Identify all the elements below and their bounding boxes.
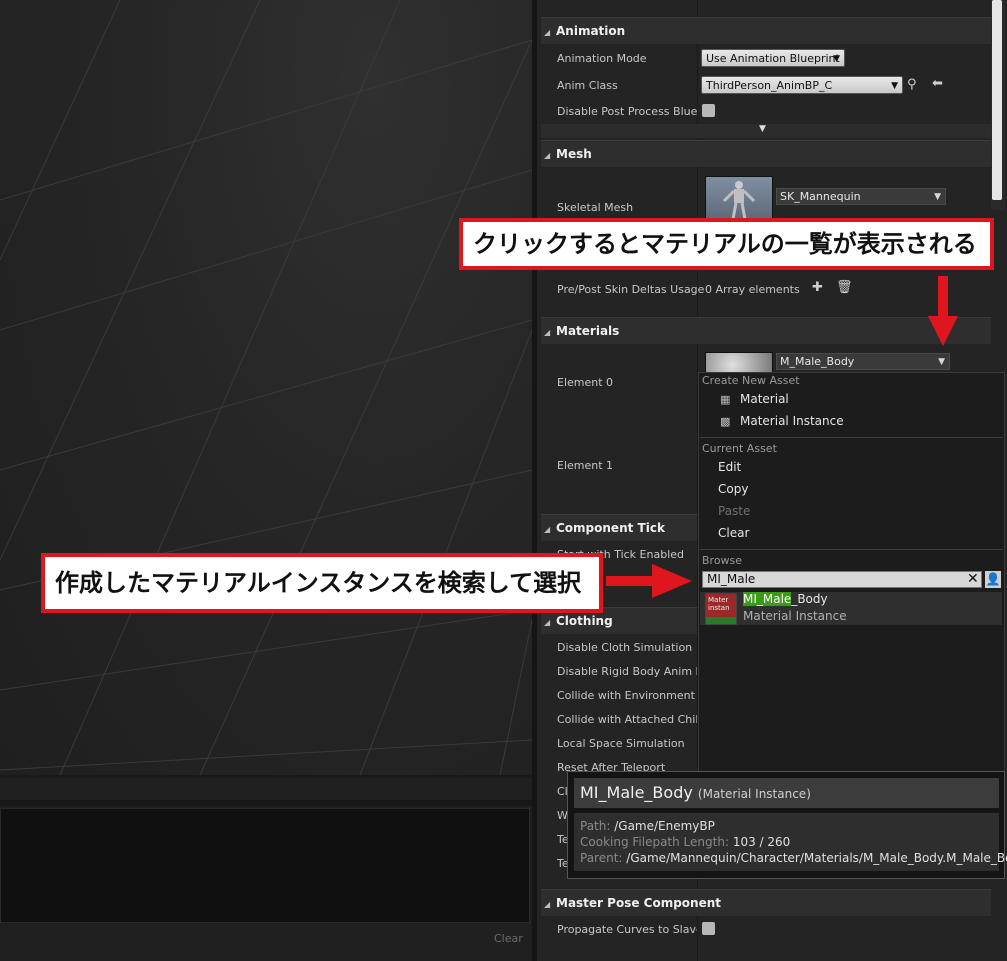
- current-asset-header: Current Asset: [702, 442, 777, 455]
- expand-arrow-icon: ▼: [759, 124, 766, 134]
- tooltip-parent: Parent: /Game/Mannequin/Character/Materi…: [580, 851, 1007, 865]
- category-mesh[interactable]: ◢ Mesh: [541, 140, 991, 167]
- category-component-tick[interactable]: ◢ Component Tick: [541, 514, 697, 541]
- create-new-asset-header: Create New Asset: [702, 374, 800, 387]
- skeletal-mesh-thumbnail[interactable]: [705, 176, 773, 222]
- advanced-expander[interactable]: ▼: [541, 124, 991, 138]
- result-asset-name: MI_Male_Body: [743, 592, 828, 606]
- material-instance-thumbnail: Mater instan: [705, 593, 737, 625]
- anim-mode-label: Animation Mode: [557, 52, 647, 65]
- browse-search-icon[interactable]: ⚲: [907, 77, 917, 92]
- chevron-down-icon: ▼: [938, 357, 945, 367]
- skin-deltas-label: Pre/Post Skin Deltas Usage: [557, 283, 705, 296]
- chevron-down-icon: ▼: [934, 192, 941, 202]
- clothing-row: Collide with Attached Children: [557, 713, 697, 726]
- disable-pp-checkbox[interactable]: [702, 104, 715, 117]
- tooltip-title: MI_Male_Body (Material Instance): [580, 783, 811, 802]
- menu-separator: [700, 437, 1003, 438]
- menu-separator: [700, 549, 1003, 550]
- material-icon: ▦: [720, 393, 731, 406]
- clear-button[interactable]: Clear: [494, 932, 523, 945]
- chevron-down-icon: ▼: [891, 81, 898, 91]
- tooltip-cook-length: Cooking Filepath Length: 103 / 260: [580, 835, 791, 849]
- add-element-icon[interactable]: ✚: [812, 280, 823, 295]
- skeletal-mesh-dropdown[interactable]: SK_Mannequin ▼: [776, 188, 946, 205]
- right-arrow-icon: [606, 564, 692, 598]
- element1-label: Element 1: [557, 459, 614, 472]
- anim-class-label: Anim Class: [557, 79, 618, 92]
- level-viewport[interactable]: [0, 0, 532, 775]
- collapse-triangle-icon: ◢: [544, 618, 551, 627]
- clothing-row: Local Space Simulation: [557, 737, 685, 750]
- annotation-top: クリックするとマテリアルの一覧が表示される: [459, 218, 994, 270]
- collapse-triangle-icon: ◢: [544, 525, 551, 534]
- collapse-triangle-icon: ◢: [544, 900, 551, 909]
- category-master-pose[interactable]: ◢ Master Pose Component: [541, 889, 991, 916]
- output-panel-bar: [0, 800, 532, 806]
- asset-search-input[interactable]: MI_Male: [702, 571, 982, 588]
- element0-label: Element 0: [557, 376, 614, 389]
- output-log-area[interactable]: [0, 808, 530, 923]
- material-instance-icon: ▩: [720, 415, 731, 428]
- category-animation[interactable]: ◢ Animation: [541, 17, 991, 44]
- category-materials[interactable]: ◢ Materials: [541, 317, 991, 344]
- result-asset-type: Material Instance: [743, 609, 847, 623]
- person-filter-icon[interactable]: 👤: [985, 571, 1001, 588]
- menu-item-copy[interactable]: Copy: [718, 482, 748, 496]
- skin-deltas-value: 0 Array elements: [705, 283, 800, 296]
- clothing-row: Collide with Environment: [557, 689, 695, 702]
- annotation-left: 作成したマテリアルインスタンスを検索して選択: [41, 553, 603, 613]
- browse-header: Browse: [702, 554, 743, 567]
- chevron-down-icon: ▼: [833, 54, 840, 64]
- collapse-triangle-icon: ◢: [544, 328, 551, 337]
- propagate-curves-checkbox[interactable]: [702, 922, 715, 935]
- anim-class-dropdown[interactable]: ThirdPerson_AnimBP_C ▼: [701, 76, 903, 94]
- clothing-row: Disable Rigid Body Anim Node: [557, 665, 697, 678]
- menu-item-edit[interactable]: Edit: [718, 460, 741, 474]
- use-selected-arrow-icon[interactable]: ⬅: [932, 76, 943, 91]
- tooltip-path: Path: /Game/EnemyBP: [580, 819, 715, 833]
- skeletal-mesh-label: Skeletal Mesh: [557, 201, 634, 214]
- down-arrow-icon: [928, 276, 958, 346]
- menu-item-paste[interactable]: Paste: [718, 504, 750, 518]
- disable-pp-label: Disable Post Process Blueprint: [557, 105, 697, 118]
- mannequin-icon: [722, 181, 756, 220]
- element0-material-dropdown[interactable]: M_Male_Body ▼: [776, 353, 950, 370]
- clothing-row: Disable Cloth Simulation: [557, 641, 693, 654]
- element0-thumbnail[interactable]: [705, 352, 773, 374]
- propagate-curves-label: Propagate Curves to Slaves: [557, 923, 697, 936]
- scrollbar-thumb[interactable]: [992, 0, 1002, 200]
- menu-item-clear[interactable]: Clear: [718, 526, 749, 540]
- collapse-triangle-icon: ◢: [544, 151, 551, 160]
- grid-floor: [0, 0, 532, 775]
- clear-search-icon[interactable]: ✕: [967, 571, 979, 587]
- menu-item-material-instance[interactable]: Material Instance: [740, 414, 844, 428]
- menu-item-material[interactable]: Material: [740, 392, 789, 406]
- collapse-triangle-icon: ◢: [544, 28, 551, 37]
- trash-icon[interactable]: 🗑: [836, 280, 853, 295]
- anim-mode-dropdown[interactable]: Use Animation Blueprint ▼: [701, 49, 845, 67]
